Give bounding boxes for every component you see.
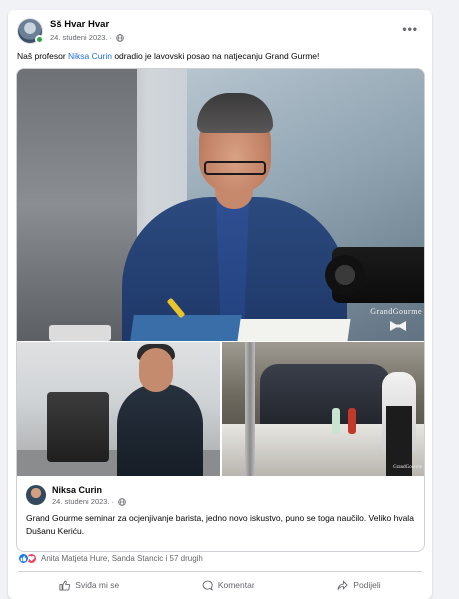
- post-text-end: odradio je lavovski posao na natjecanju …: [111, 51, 320, 61]
- photo-main[interactable]: GrandGourme: [17, 69, 424, 341]
- photo-pole: [245, 342, 255, 476]
- bowtie-icon: [390, 321, 406, 331]
- photo-paper: [237, 319, 351, 341]
- photo-left[interactable]: [17, 342, 220, 476]
- mention-link[interactable]: Niksa Curin: [68, 51, 112, 61]
- post-actions: Sviđa mi se Komentar Podijeli: [18, 574, 422, 596]
- photo-subject-body: [117, 384, 203, 476]
- shared-date[interactable]: 24. studeni 2023.: [52, 497, 110, 506]
- photo-camera-lens: [325, 255, 365, 295]
- photo-watermark: GrandGourme: [393, 465, 422, 470]
- post-text: Naš profesor Niksa Curin odradio je lavo…: [17, 50, 422, 62]
- like-label: Sviđa mi se: [75, 580, 120, 590]
- photo-watermark: GrandGourme: [370, 307, 422, 316]
- photo-subject-glasses: [204, 161, 266, 175]
- photo-cup: [49, 325, 111, 341]
- meta-separator: ·: [111, 497, 115, 506]
- shared-post-body: Niksa Curin 24. studeni 2023. · Grand Go…: [17, 476, 424, 551]
- reactions-bar[interactable]: Anita Matjeta Hure, Sanda Stancic i 57 d…: [18, 551, 422, 565]
- thumbs-up-icon: [59, 580, 71, 591]
- photo-background-wall: [17, 69, 137, 341]
- reactions-summary[interactable]: Anita Matjeta Hure, Sanda Stancic i 57 d…: [41, 554, 203, 563]
- meta-separator: ·: [109, 33, 113, 42]
- comment-icon: [202, 580, 213, 591]
- shared-meta: 24. studeni 2023. ·: [52, 497, 126, 506]
- photo-bottle: [332, 408, 340, 434]
- post-meta: 24. studeni 2023. ·: [50, 33, 124, 42]
- post-card: Sš Hvar Hvar 24. studeni 2023. · ••• Naš…: [8, 10, 432, 599]
- photo-subject-face: [139, 348, 173, 392]
- photo-espresso-machine: [47, 392, 109, 462]
- share-button[interactable]: Podijeli: [319, 577, 398, 594]
- share-icon: [337, 579, 349, 590]
- globe-icon: [116, 33, 124, 42]
- actions-divider: [18, 571, 422, 572]
- photo-crowd: [260, 364, 390, 424]
- photo-right[interactable]: GrandGourme: [222, 342, 424, 476]
- shared-post-text: Grand Gourme seminar za ocjenjivanje bar…: [26, 513, 414, 536]
- shared-author[interactable]: Niksa Curin: [52, 485, 102, 495]
- online-status-icon: [35, 35, 44, 44]
- author-avatar[interactable]: [17, 18, 44, 44]
- like-icon: [18, 552, 29, 564]
- comment-button[interactable]: Komentar: [184, 577, 273, 594]
- post-date[interactable]: 24. studeni 2023.: [50, 33, 108, 42]
- globe-icon: [118, 497, 126, 506]
- like-button[interactable]: Sviđa mi se: [41, 577, 137, 594]
- post-header: Sš Hvar Hvar 24. studeni 2023. · •••: [17, 18, 424, 46]
- photo-clipboard: [130, 315, 242, 341]
- post-author[interactable]: Sš Hvar Hvar: [50, 19, 109, 30]
- shared-post[interactable]: GrandGourme GrandGourme Niksa Curin 24. …: [16, 68, 425, 552]
- share-label: Podijeli: [353, 580, 381, 590]
- post-text-start: Naš profesor: [17, 51, 69, 61]
- photo-bottle: [348, 408, 356, 434]
- more-options-icon[interactable]: •••: [402, 22, 418, 36]
- shared-author-avatar[interactable]: [26, 485, 46, 505]
- comment-label: Komentar: [217, 580, 255, 590]
